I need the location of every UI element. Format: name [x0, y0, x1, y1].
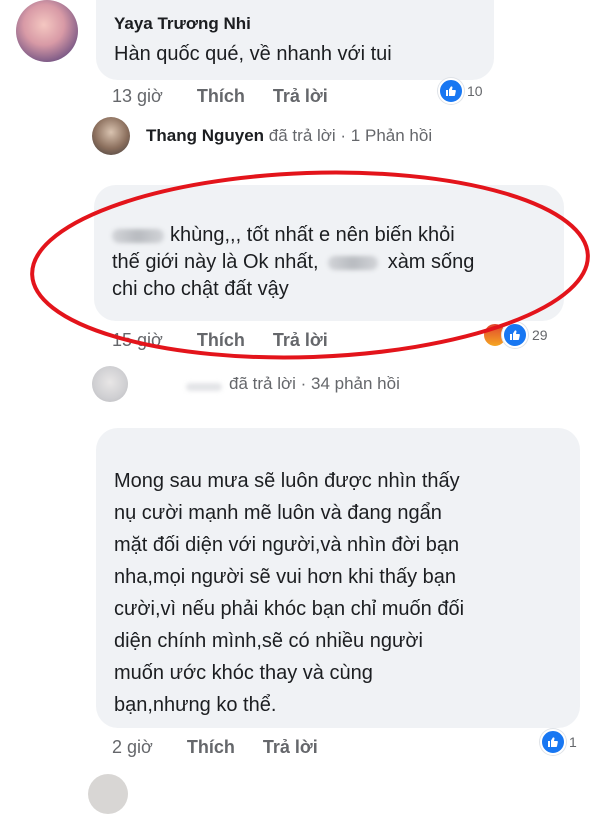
comment-time[interactable]: 15 giờ	[112, 330, 163, 350]
comment-meta: 15 giờ Thích Trả lời	[112, 330, 328, 351]
comment-line: nụ cười mạnh mẽ luôn và đang ngẩn	[114, 502, 442, 524]
reply-button[interactable]: Trả lời	[273, 86, 328, 106]
comment-bubble	[96, 0, 494, 80]
like-button[interactable]: Thích	[187, 737, 235, 757]
comment-line: chi cho chật đất vậy	[112, 278, 289, 300]
reply-summary[interactable]: đã trả lời · 34 phản hồi	[229, 374, 400, 394]
reaction-count: 1	[569, 734, 577, 750]
comment-author[interactable]: Yaya Trương Nhi	[114, 14, 251, 34]
reply-summary[interactable]: Thang Nguyen đã trả lời · 1 Phản hồi	[146, 126, 432, 146]
comment-line: diện chính mình,sẽ có nhiều người	[114, 630, 423, 652]
reply-summary-text: đã trả lời · 34 phản hồi	[229, 374, 400, 393]
reaction-count: 10	[467, 83, 483, 99]
comment-line: bạn,nhưng ko thể.	[114, 694, 277, 716]
reaction-count: 29	[532, 327, 548, 343]
thumbs-up-icon	[438, 78, 464, 104]
reply-author[interactable]: Thang Nguyen	[146, 126, 264, 145]
reaction-summary[interactable]: 10	[438, 78, 483, 104]
comment-line: muốn ước khóc thay và cùng	[114, 662, 373, 684]
comment-line: Mong sau mưa sẽ luôn được nhìn thấy	[114, 470, 460, 492]
comment-text: khùng,,, tốt nhất e nên biến khỏi thế gi…	[112, 222, 562, 303]
reply-button[interactable]: Trả lời	[273, 330, 328, 350]
avatar-yaya[interactable]	[16, 0, 78, 62]
reply-button[interactable]: Trả lời	[263, 737, 318, 757]
comment-text: Mong sau mưa sẽ luôn được nhìn thấy nụ c…	[114, 465, 574, 721]
comment-line: cười,vì nếu phải khóc bạn chỉ muốn đối	[114, 598, 465, 620]
thumbs-up-icon	[502, 322, 528, 348]
avatar-redacted[interactable]	[92, 366, 128, 402]
reaction-summary[interactable]: 29	[482, 322, 548, 348]
comment-line: nha,mọi người sẽ vui hơn khi thấy bạn	[114, 566, 457, 588]
avatar-thang[interactable]	[92, 117, 130, 155]
comment-line: thế giới này là Ok nhất,	[112, 251, 319, 273]
comment-time[interactable]: 2 giờ	[112, 737, 153, 757]
redacted-name	[328, 255, 379, 270]
reply-summary-text: đã trả lời · 1 Phản hồi	[268, 126, 433, 145]
comment-line: mặt đối diện với người,và nhìn đời bạn	[114, 534, 460, 556]
comment-meta: 13 giờ Thích Trả lời	[112, 86, 328, 107]
redacted-name	[112, 228, 164, 243]
like-button[interactable]: Thích	[197, 86, 245, 106]
reaction-summary[interactable]: 1	[540, 729, 577, 755]
redacted-name	[186, 378, 222, 391]
thumbs-up-icon	[540, 729, 566, 755]
like-button[interactable]: Thích	[197, 330, 245, 350]
comment-line: xàm sống	[387, 251, 475, 273]
comment-line: khùng,,, tốt nhất e nên biến khỏi	[170, 224, 455, 246]
comment-text: Hàn quốc qué, về nhanh với tui	[114, 43, 392, 65]
avatar-next[interactable]	[88, 774, 128, 814]
comment-time[interactable]: 13 giờ	[112, 86, 163, 106]
comment-meta: 2 giờ Thích Trả lời	[112, 737, 318, 758]
